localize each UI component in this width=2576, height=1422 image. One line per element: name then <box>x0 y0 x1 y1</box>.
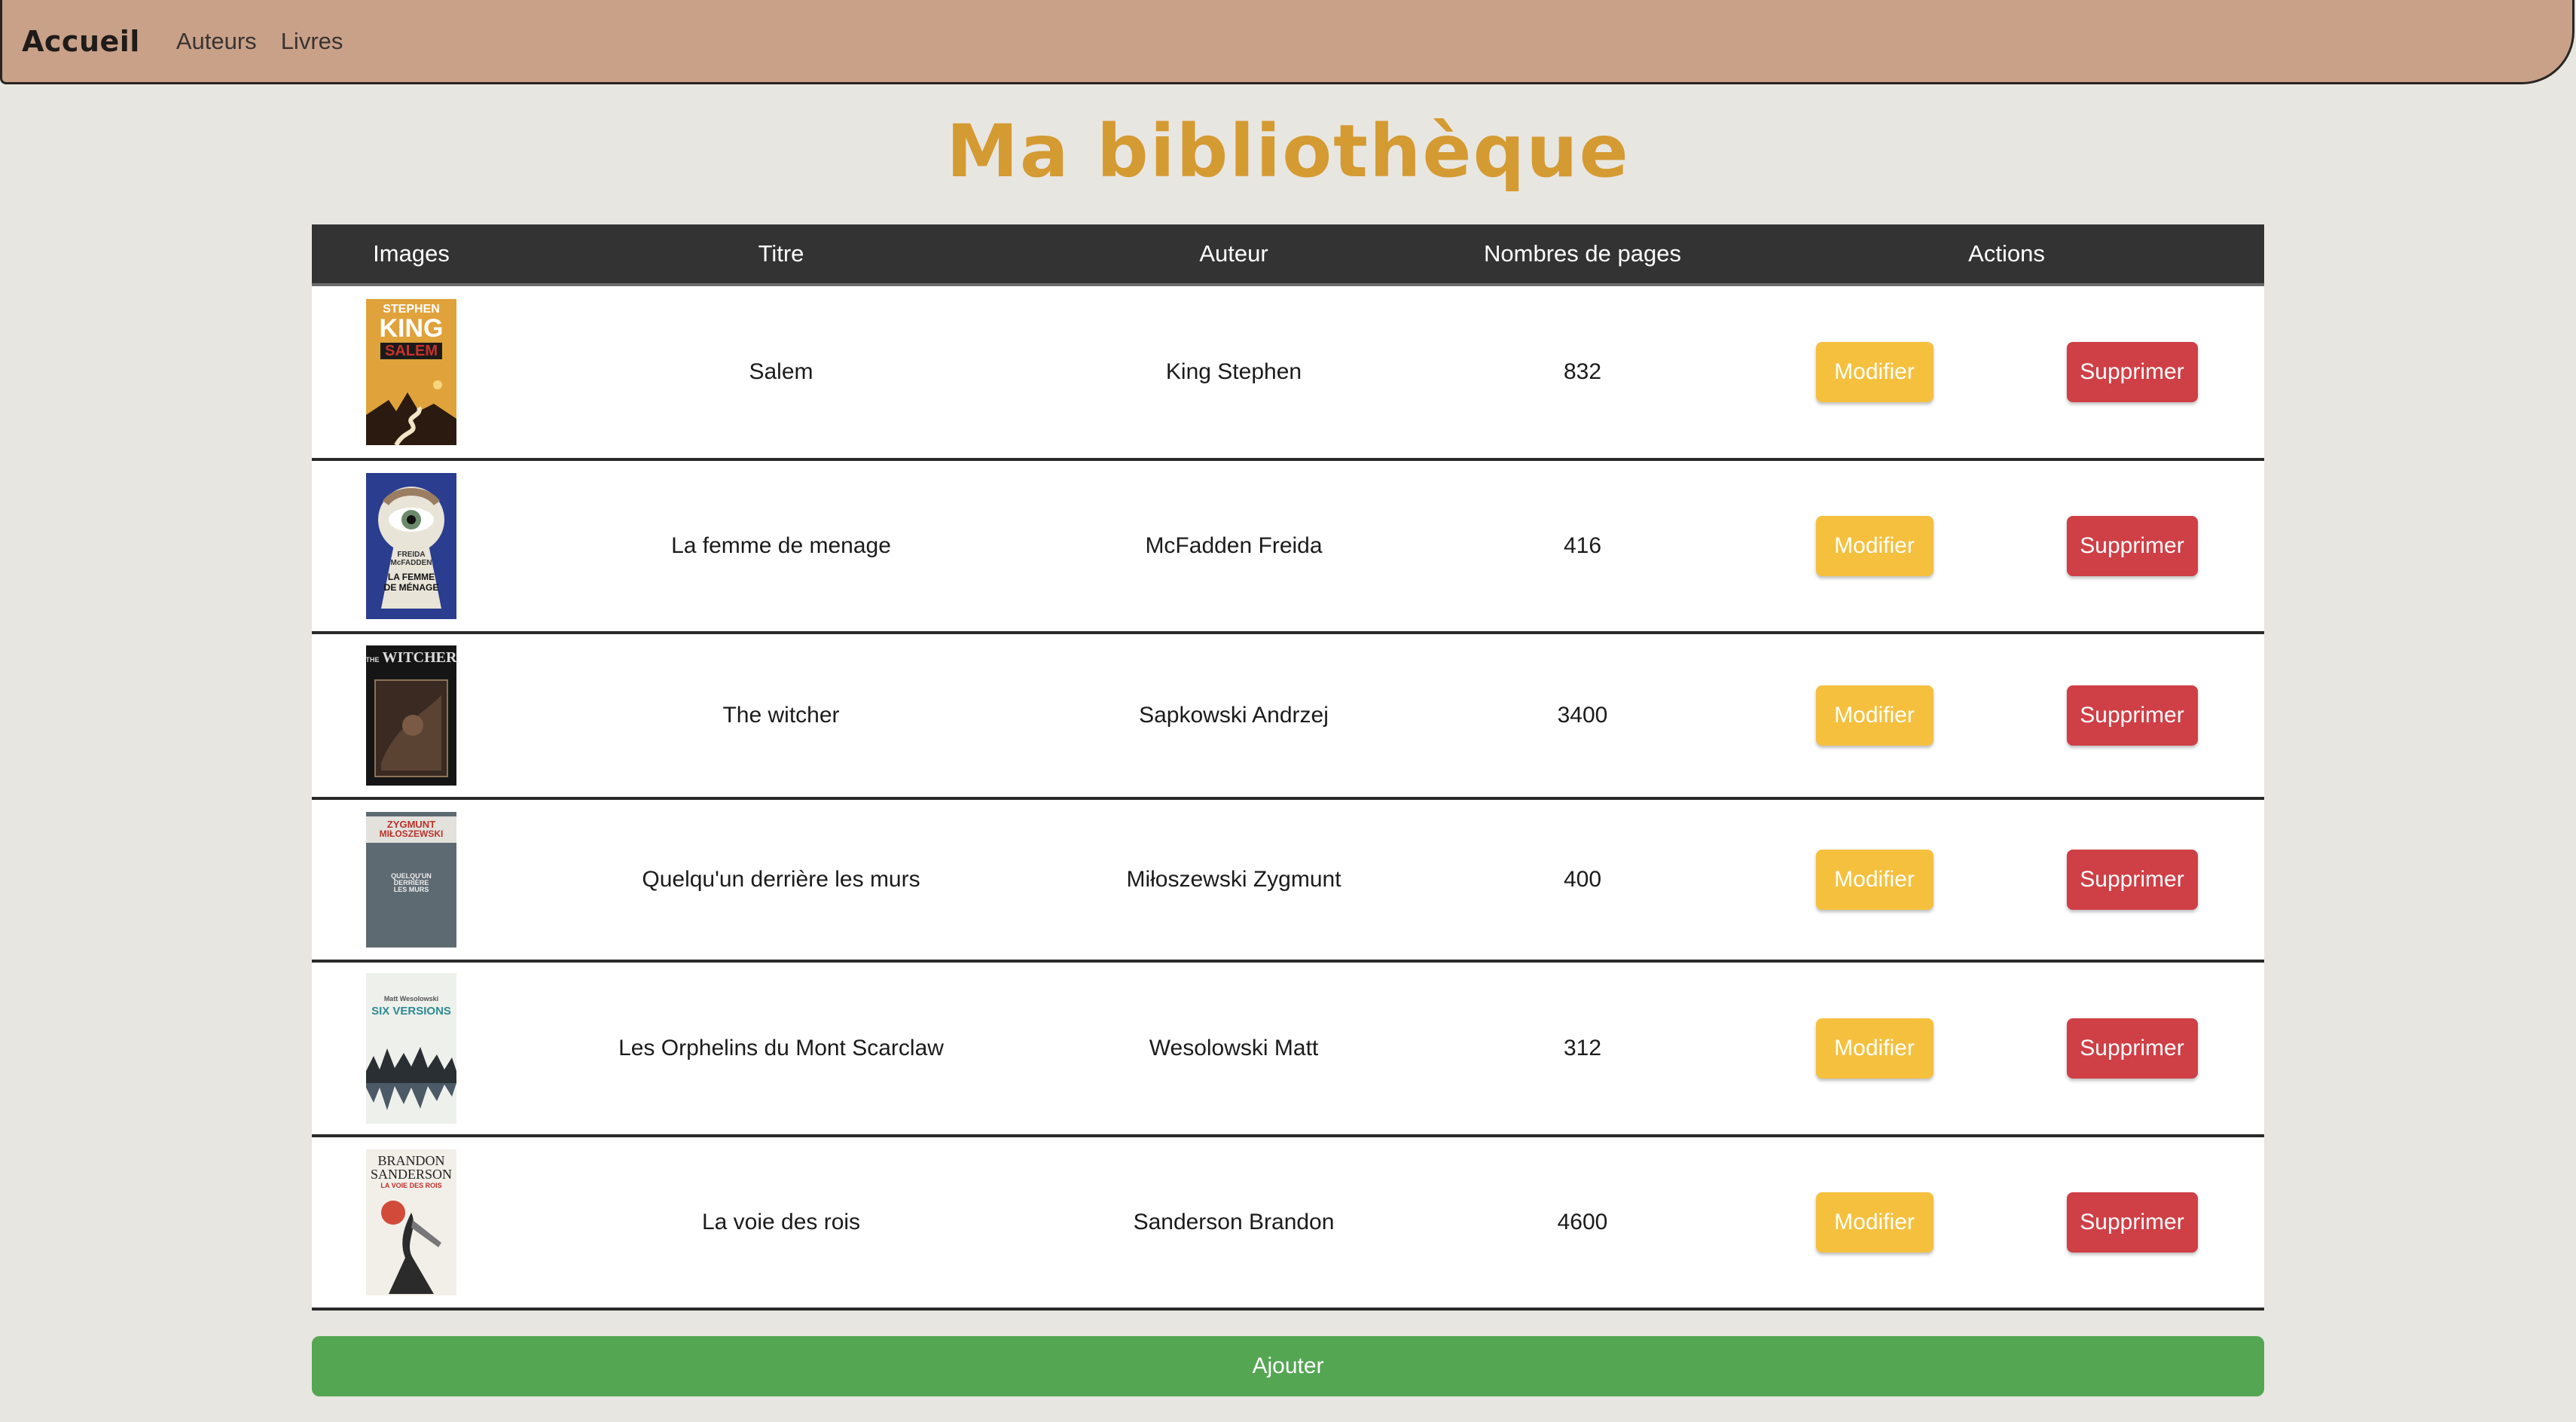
cell-auteur: King Stephen <box>1165 359 1302 384</box>
cell-auteur: Wesolowski Matt <box>1149 1036 1319 1060</box>
cell-pages: 3400 <box>1557 703 1608 728</box>
cell-pages: 416 <box>1563 533 1602 558</box>
cell-auteur: Miłoszewski Zygmunt <box>1126 867 1341 892</box>
edit-button[interactable]: Modifier <box>1815 342 1934 402</box>
cell-titre: The witcher <box>722 703 840 728</box>
cell-auteur: McFadden Freida <box>1145 533 1323 558</box>
cell-pages: 832 <box>1563 359 1602 384</box>
delete-button[interactable]: Supprimer <box>2066 1018 2198 1079</box>
page-title: Ma bibliothèque <box>946 109 1630 194</box>
header-titre: Titre <box>758 240 804 267</box>
nav-link-auteurs[interactable]: Auteurs <box>176 28 257 55</box>
cell-titre: La voie des rois <box>701 1210 861 1234</box>
book-cover-image: THE WITCHER <box>366 645 456 786</box>
edit-button[interactable]: Modifier <box>1815 1192 1934 1253</box>
nav-brand-accueil[interactable]: Accueil <box>22 25 140 58</box>
top-navbar: Accueil Auteurs Livres <box>0 0 2574 84</box>
header-auteur: Auteur <box>1199 240 1268 267</box>
edit-button[interactable]: Modifier <box>1815 850 1934 910</box>
figure-art-icon <box>381 1201 441 1294</box>
header-pages: Nombres de pages <box>1484 240 1681 267</box>
cell-auteur: Sapkowski Andrzej <box>1139 703 1329 728</box>
cell-pages: 312 <box>1563 1036 1602 1060</box>
forest-reflection-icon <box>366 1047 456 1110</box>
nav-link-livres[interactable]: Livres <box>281 28 343 55</box>
edit-button[interactable]: Modifier <box>1815 1018 1934 1079</box>
book-cover-image: Matt Wesolowski SIX VERSIONS <box>366 973 456 1124</box>
add-button[interactable]: Ajouter <box>312 1336 2264 1396</box>
book-cover-image: BRANDON SANDERSON LA VOIE DES ROIS <box>366 1149 456 1295</box>
cell-auteur: Sanderson Brandon <box>1133 1210 1335 1234</box>
cell-titre: Quelqu'un derrière les murs <box>642 867 920 892</box>
table-row: BRANDON SANDERSON LA VOIE DES ROIS La vo… <box>312 1137 2264 1311</box>
edit-button[interactable]: Modifier <box>1815 516 1934 576</box>
books-table: Images Titre Auteur Nombres de pages Act… <box>312 224 2264 1311</box>
table-header: Images Titre Auteur Nombres de pages Act… <box>312 224 2264 286</box>
witcher-art-icon <box>374 679 448 777</box>
delete-button[interactable]: Supprimer <box>2066 342 2198 402</box>
delete-button[interactable]: Supprimer <box>2066 1192 2198 1253</box>
header-images: Images <box>373 240 450 267</box>
table-row: Matt Wesolowski SIX VERSIONS Les Orpheli… <box>312 963 2264 1137</box>
delete-button[interactable]: Supprimer <box>2066 516 2198 576</box>
book-cover-image: ZYGMUNT MIŁOSZEWSKI QUELQU'UN DERRIÈRE L… <box>366 812 456 947</box>
cell-titre: La femme de menage <box>671 533 891 558</box>
header-actions: Actions <box>1968 240 2045 267</box>
delete-button[interactable]: Supprimer <box>2066 850 2198 910</box>
book-cover-image: FREIDA McFADDEN LA FEMME DE MÉNAGE <box>366 473 456 619</box>
delete-button[interactable]: Supprimer <box>2066 685 2198 746</box>
table-row: STEPHEN KING SALEM Salem King Stephen 83… <box>312 286 2264 461</box>
keyhole-eye-icon <box>378 487 444 609</box>
table-row: ZYGMUNT MIŁOSZEWSKI QUELQU'UN DERRIÈRE L… <box>312 800 2264 963</box>
cell-pages: 4600 <box>1557 1210 1608 1234</box>
table-row: FREIDA McFADDEN LA FEMME DE MÉNAGE La fe… <box>312 461 2264 634</box>
cell-titre: Salem <box>749 359 813 384</box>
cover-art-icon <box>366 380 456 445</box>
cell-pages: 400 <box>1563 867 1602 892</box>
book-cover-image: STEPHEN KING SALEM <box>366 299 456 445</box>
edit-button[interactable]: Modifier <box>1815 685 1934 746</box>
cell-titre: Les Orphelins du Mont Scarclaw <box>618 1036 944 1060</box>
table-row: THE WITCHER The witcher Sapkowski Andrze… <box>312 634 2264 800</box>
